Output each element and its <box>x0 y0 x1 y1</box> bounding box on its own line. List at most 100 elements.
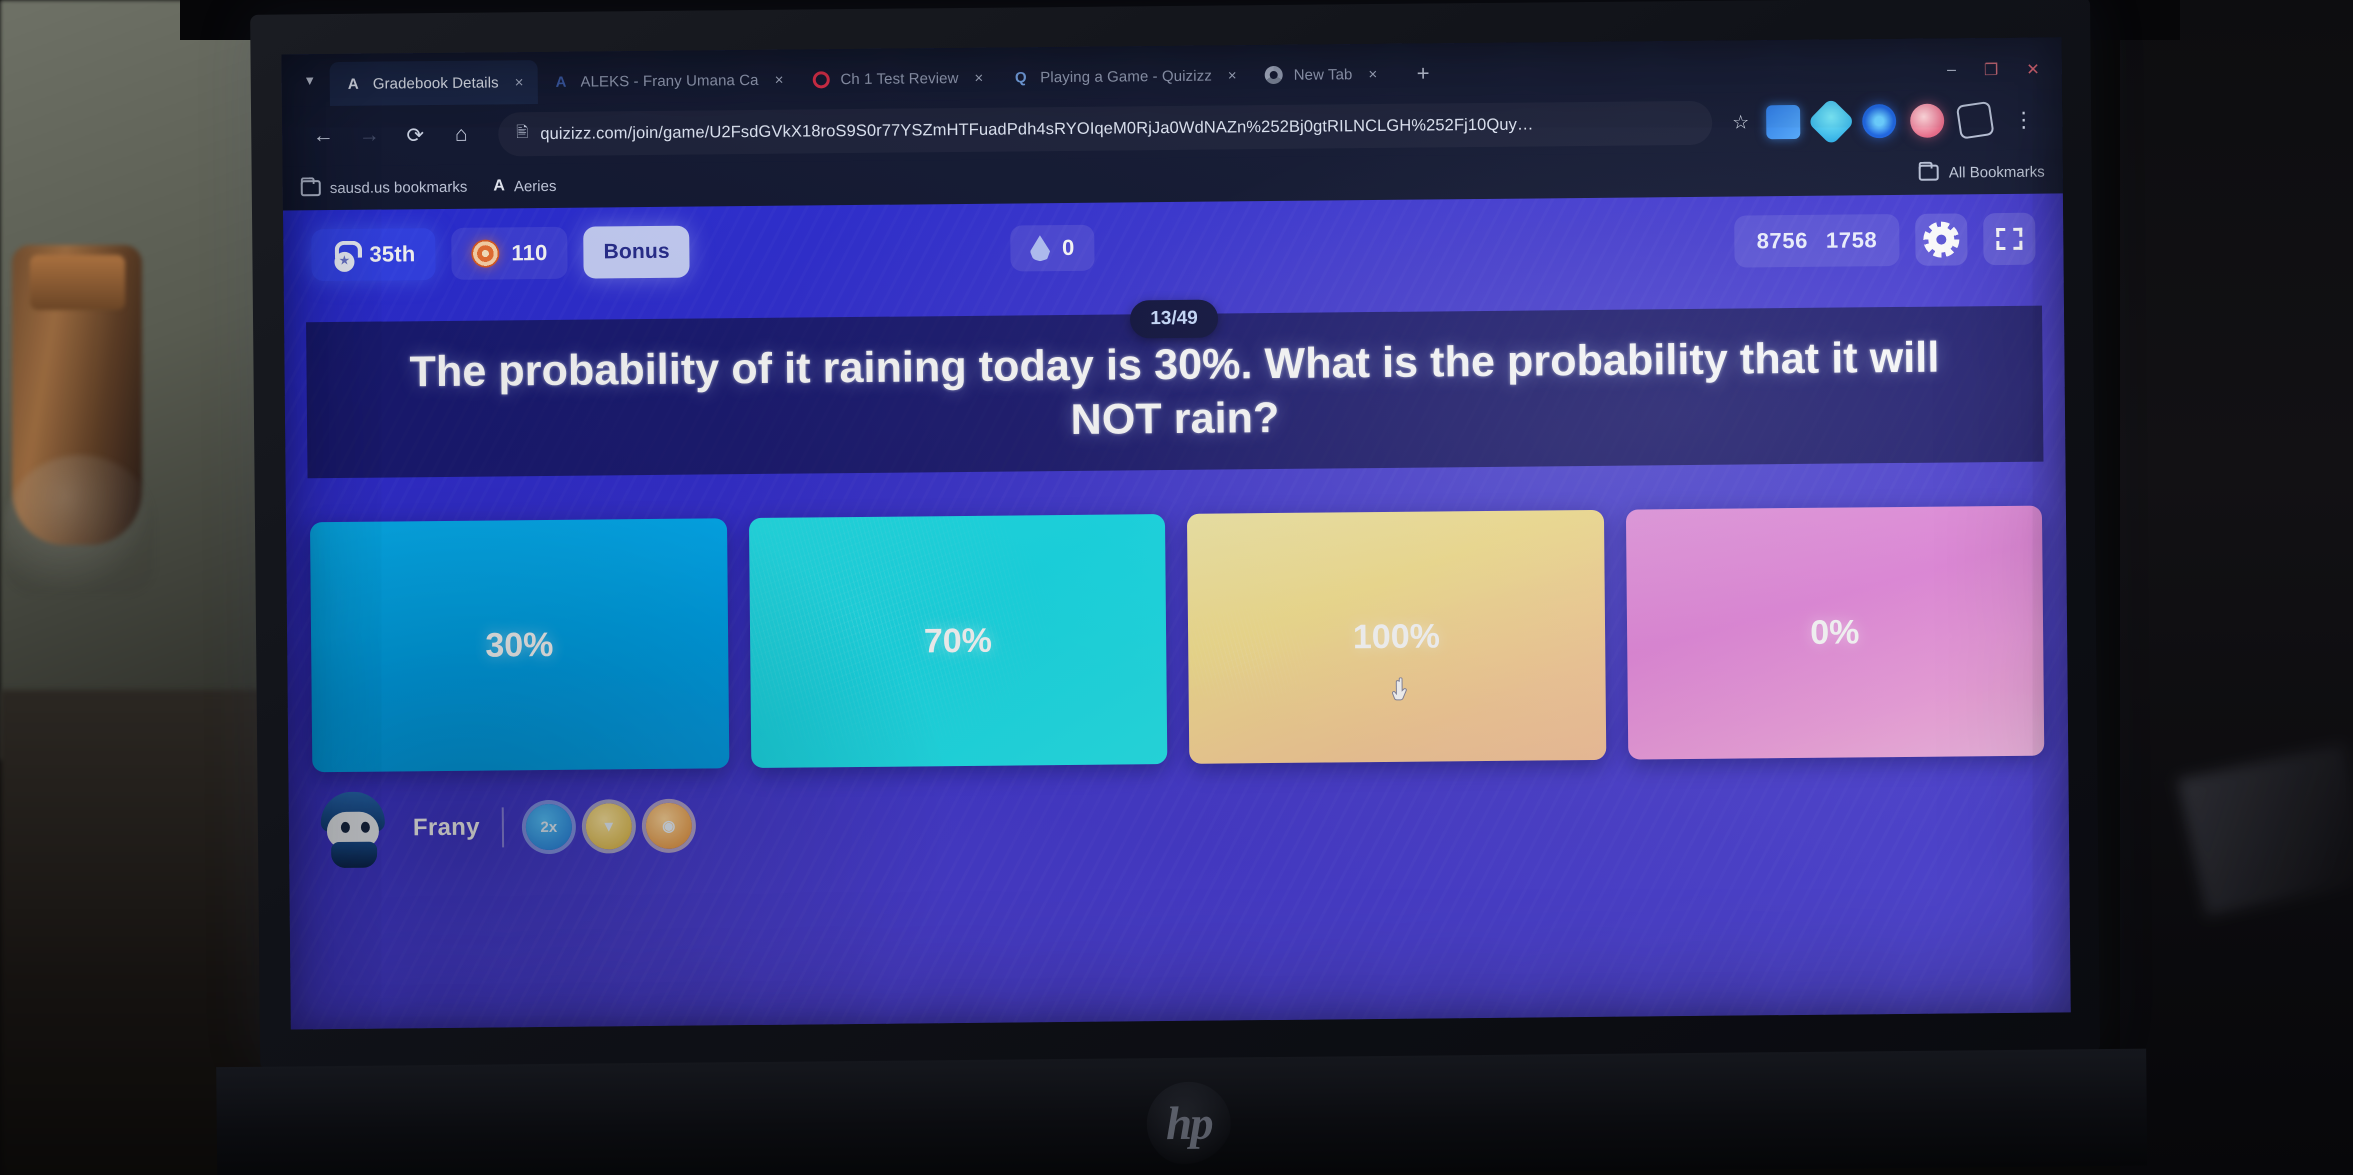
extension-icon-5[interactable] <box>1955 100 1995 140</box>
browser-tab-ch1-test-review[interactable]: Ch 1 Test Review × <box>797 56 997 102</box>
orange-powerup[interactable]: ◉ <box>645 802 692 850</box>
bottle-cap <box>30 255 125 310</box>
aeries-icon: A <box>347 75 359 93</box>
answer-option-c[interactable]: 100% <box>1186 509 1606 764</box>
close-tab-icon[interactable]: × <box>773 71 786 88</box>
avatar-eye-left <box>340 821 350 833</box>
rank-badge: 35th <box>311 228 436 282</box>
bookmark-label: sausd.us bookmarks <box>329 178 468 197</box>
game-code-part1: 8756 <box>1756 227 1809 254</box>
answer-option-a[interactable]: 30% <box>309 518 729 773</box>
question-counter: 13/49 <box>1130 299 1219 339</box>
avatar-eye-right <box>360 821 370 833</box>
aeries-blue-icon: A <box>555 73 567 91</box>
answer-label: 70% <box>923 621 993 660</box>
score-value: 110 <box>511 239 548 266</box>
browser-tab-aleks[interactable]: A ALEKS - Frany Umana Cas × <box>537 58 797 104</box>
tab-title: Playing a Game - Quizizz <box>1040 67 1212 86</box>
ring-icon <box>811 70 830 89</box>
extension-icon-1[interactable] <box>1766 104 1801 140</box>
bookmark-sausd[interactable]: sausd.us bookmarks <box>300 178 468 197</box>
fullscreen-button[interactable] <box>1983 212 2036 266</box>
fullscreen-icon <box>1996 227 2023 251</box>
droplet-icon <box>1030 235 1050 261</box>
back-button[interactable]: ← <box>300 113 346 159</box>
bookmark-aeries[interactable]: A Aeries <box>493 177 556 196</box>
tab-title: Ch 1 Test Review <box>840 69 959 88</box>
all-bookmarks-label: All Bookmarks <box>1948 163 2045 182</box>
tab-title: ALEKS - Frany Umana Cas <box>580 71 759 91</box>
close-tab-icon[interactable]: × <box>1366 65 1379 82</box>
question-text: The probability of it raining today is 3… <box>409 333 1940 444</box>
bonus-button[interactable]: Bonus <box>583 225 691 279</box>
extension-icon-4[interactable] <box>1910 103 1945 138</box>
answer-label: 0% <box>1810 612 1860 652</box>
target-icon <box>471 239 500 268</box>
settings-button[interactable] <box>1915 213 1968 266</box>
quizizz-icon: Q <box>1014 68 1027 86</box>
game-code-part2: 1758 <box>1825 227 1878 253</box>
powerups: 2x ▼ ◉ <box>525 802 692 851</box>
mouse-cursor-icon <box>1392 677 1408 701</box>
glass-object <box>5 455 155 595</box>
laptop-photo: hp ▾ A Gradebook Details × A ALEKS - Fra… <box>0 0 2353 1175</box>
reload-button[interactable]: ⟳ <box>392 112 438 158</box>
extension-icon-3[interactable] <box>1862 104 1897 139</box>
answer-option-d[interactable]: 0% <box>1625 505 2045 760</box>
new-tab-button[interactable]: + <box>1400 51 1445 95</box>
folder-gear-icon <box>300 180 321 197</box>
chrome-icon <box>1265 65 1284 85</box>
streak-badge: 0 <box>1009 224 1095 272</box>
browser-tab-quizizz[interactable]: Q Playing a Game - Quizizz × <box>997 53 1251 99</box>
browser-tab-new-tab[interactable]: New Tab × <box>1250 52 1400 97</box>
minimize-window-button[interactable]: – <box>1947 61 1956 79</box>
powerup-label: 2x <box>540 818 558 836</box>
extension-icon-2[interactable] <box>1807 97 1856 146</box>
laptop-screen: ▾ A Gradebook Details × A ALEKS - Frany … <box>281 37 2071 1030</box>
tab-title: Gradebook Details <box>372 73 499 93</box>
restore-window-button[interactable]: ❐ <box>1984 60 1999 80</box>
tab-search-chevron-icon[interactable]: ▾ <box>289 54 329 106</box>
forward-button[interactable]: → <box>346 112 392 158</box>
answer-option-b[interactable]: 70% <box>748 514 1168 769</box>
rank-value: 35th <box>369 241 416 267</box>
close-window-button[interactable]: ✕ <box>2026 60 2040 80</box>
aeries-icon: A <box>493 177 505 195</box>
window-controls: – ❐ ✕ <box>1947 59 2062 90</box>
room-right-dark <box>2120 0 2353 1175</box>
hp-logo: hp <box>1146 1081 1232 1167</box>
answer-label: 100% <box>1352 616 1441 656</box>
footer-divider <box>501 807 504 848</box>
powerup-label: ◉ <box>662 817 676 835</box>
browser-tab-gradebook[interactable]: A Gradebook Details × <box>329 60 538 107</box>
quizizz-game: 35th 110 Bonus 0 8756 1758 <box>282 193 2071 1030</box>
all-bookmarks-button[interactable]: All Bookmarks <box>1918 163 2045 182</box>
answer-options: 30% 70% 100% 0% <box>286 461 2069 773</box>
game-code: 8756 1758 <box>1734 213 1900 268</box>
laptop: hp ▾ A Gradebook Details × A ALEKS - Fra… <box>196 0 2151 1175</box>
medal-icon <box>331 241 357 269</box>
player-footer: Frany 2x ▼ ◉ <box>288 755 2069 872</box>
gear-icon <box>1928 226 1955 253</box>
close-tab-icon[interactable]: × <box>513 74 526 91</box>
streak-value: 0 <box>1061 234 1075 261</box>
player-name: Frany <box>412 813 480 842</box>
folder-icon <box>1918 164 1939 181</box>
bookmark-label: Aeries <box>513 177 557 195</box>
home-button[interactable]: ⌂ <box>438 112 484 158</box>
browser-menu-icon[interactable]: ⋮ <box>1999 107 2044 132</box>
close-tab-icon[interactable]: × <box>972 69 985 86</box>
bookmark-star-icon[interactable]: ☆ <box>1722 111 1759 134</box>
yellow-powerup[interactable]: ▼ <box>585 803 632 850</box>
game-header: 35th 110 Bonus 0 8756 1758 <box>283 193 2064 300</box>
avatar <box>317 791 392 869</box>
avatar-body <box>331 841 378 869</box>
close-tab-icon[interactable]: × <box>1226 67 1239 84</box>
address-bar[interactable]: 🖹 quizizz.com/join/game/U2FsdGVkX18roS9S… <box>498 100 1713 157</box>
game-header-right: 8756 1758 <box>1734 212 2036 268</box>
page-icon: 🖹 <box>516 123 529 141</box>
tab-title: New Tab <box>1293 65 1353 84</box>
double-points-powerup[interactable]: 2x <box>525 803 572 851</box>
url-text: quizizz.com/join/game/U2FsdGVkX18roS9S0r… <box>540 114 1534 143</box>
answer-label: 30% <box>485 625 554 665</box>
